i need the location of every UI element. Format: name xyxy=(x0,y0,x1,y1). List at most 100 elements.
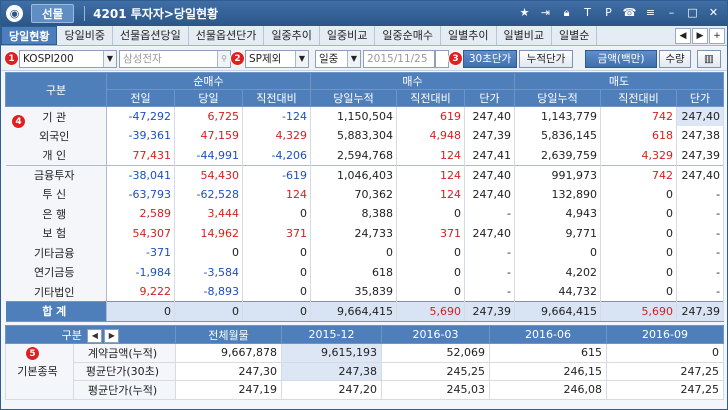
table-cell: 247,39 xyxy=(464,126,516,146)
tab-add-icon[interactable]: + xyxy=(709,28,725,44)
table-row[interactable]: 평균단가(30초) 247,30 247,38 245,25 246,15 247,25 xyxy=(6,361,724,381)
link-icon[interactable]: ⇥ xyxy=(538,5,553,20)
table-row[interactable]: 금융투자 -38,041 54,430 -619 1,046,403 124 247,40 9… xyxy=(5,164,725,185)
table-cell: 247,20 xyxy=(281,380,382,400)
table-cell: -47,292 xyxy=(106,106,175,126)
tab-intraday-net[interactable]: 일중순매수 xyxy=(375,26,442,45)
table-cell: - xyxy=(464,204,516,224)
market-select[interactable]: KOSPI200 ▼ xyxy=(19,50,117,68)
table-cell: 742 xyxy=(600,106,678,126)
date-checkbox[interactable] xyxy=(435,50,449,68)
tab-prev-icon[interactable]: ◀ xyxy=(675,28,691,44)
col-header: 직전대비 xyxy=(396,89,466,107)
table-cell: 0 xyxy=(600,223,678,243)
phone-icon[interactable]: ☎ xyxy=(622,5,637,20)
table-cell: -39,361 xyxy=(106,126,175,146)
col-header: 2016-09 xyxy=(606,325,724,344)
table-row[interactable]: 기타법인 9,222 -8,893 0 35,839 0-44,732 0- xyxy=(5,282,725,302)
menu-icon[interactable]: ≡ xyxy=(643,5,658,20)
table-cell: 4,943 xyxy=(514,204,602,224)
table-row[interactable]: 기 관 -47,292 6,725 -124 1,150,504 619 247,40 1,1… xyxy=(5,106,725,126)
tab-daily-trend[interactable]: 일별추이 xyxy=(441,26,497,45)
col-header: 직전대비 xyxy=(600,89,678,107)
tab-futopt-price[interactable]: 선물옵션단가 xyxy=(189,26,265,45)
table-cell: 8,388 xyxy=(310,204,398,224)
table-row[interactable]: 기타금융 -371 0 0 0 0-0 0- xyxy=(5,243,725,263)
total-row[interactable]: 합 계 0 0 0 9,664,415 5,690 247,39 9,664,415 5,690… xyxy=(5,301,725,322)
quantity-button[interactable]: 수량 xyxy=(659,50,691,68)
cumulative-price-button[interactable]: 누적단가 xyxy=(519,50,573,68)
table-cell: 0 xyxy=(600,262,678,282)
date-field[interactable]: 2015/11/25 xyxy=(363,50,435,68)
table-cell: 44,732 xyxy=(514,282,602,302)
table-cell: - xyxy=(464,262,516,282)
font-icon[interactable]: T xyxy=(580,5,595,20)
table-row[interactable]: 개 인 77,431 -44,991 -4,206 2,594,768 124 247,41… xyxy=(5,145,725,165)
maximize-icon[interactable]: □ xyxy=(685,5,700,20)
interval-30s-button[interactable]: 30초단가 xyxy=(463,50,517,68)
table-cell: 54,307 xyxy=(106,223,175,243)
tab-daily-compare[interactable]: 일별비교 xyxy=(497,26,552,45)
minimize-icon[interactable]: – xyxy=(664,5,679,20)
table-cell: -4,206 xyxy=(242,145,312,165)
tab-futopt-today[interactable]: 선물옵션당일 xyxy=(113,26,189,45)
group-header-buy: 매수 xyxy=(310,72,516,90)
table-row[interactable]: 평균단가(누적) 247,19 247,20 245,03 246,08 247,25 xyxy=(6,380,724,400)
table-cell: -371 xyxy=(106,243,175,263)
window-title: 4201 투자자>당일현황 xyxy=(93,7,219,21)
view-tabs: 당일현황 당일비중 선물옵션당일 선물옵션단가 일중추이 일중비교 일중순매수 … xyxy=(1,26,727,46)
prev-arrow-icon[interactable]: ◀ xyxy=(87,328,103,343)
filter-select[interactable]: SP제외 ▼ xyxy=(245,50,309,68)
table-row[interactable]: 외국인 -39,361 47,159 4,329 5,883,304 4,948 247,3… xyxy=(5,126,725,146)
col-header: 2016-03 xyxy=(381,325,490,344)
table-cell: 247,25 xyxy=(606,361,724,381)
stock-input[interactable]: 삼성전자 ⚲ xyxy=(119,50,231,68)
table-cell: 5,690 xyxy=(600,301,678,322)
table-cell: 5,836,145 xyxy=(514,126,602,146)
table-row[interactable]: 연기금등 -1,984 -3,584 0 618 0-4,202 0- xyxy=(5,262,725,282)
table-cell: -44,991 xyxy=(174,145,243,165)
table-cell: - xyxy=(676,204,725,224)
table-cell: 124 xyxy=(396,184,466,204)
lock-icon[interactable]: 🔒︎ xyxy=(559,5,574,20)
tab-today-status[interactable]: 당일현황 xyxy=(1,26,58,45)
table-cell: 247,40 xyxy=(464,106,516,126)
amount-button[interactable]: 금액(백만) xyxy=(585,50,657,68)
table-cell: - xyxy=(676,243,725,263)
table-row[interactable]: 기본종목 계약금액(누적) 9,667,878 9,615,193 52,069 615 0 xyxy=(5,343,724,400)
table-cell: -8,893 xyxy=(174,282,243,302)
table-cell: 247,40 xyxy=(464,164,516,185)
tab-daily-net[interactable]: 일별순 xyxy=(552,26,598,45)
tab-today-ratio[interactable]: 당일비중 xyxy=(57,26,113,45)
table-cell: 124 xyxy=(396,164,466,185)
tab-intraday-trend[interactable]: 일중추이 xyxy=(264,26,320,45)
row-label: 평균단가(30초) xyxy=(73,361,176,381)
tab-intraday-compare[interactable]: 일중비교 xyxy=(320,26,376,45)
tab-next-icon[interactable]: ▶ xyxy=(692,28,708,44)
date-field-value: 2015/11/25 xyxy=(367,53,428,65)
toolbar: 1 KOSPI200 ▼ 삼성전자 ⚲ 2 SP제외 ▼ 일중 ▼ 2015/11/25… xyxy=(1,47,727,71)
search-icon[interactable]: ⚲ xyxy=(217,51,230,67)
table-cell: 0 xyxy=(396,204,466,224)
col-header-category: 구분 xyxy=(5,72,107,107)
market-tab-futures[interactable]: 선물 xyxy=(31,4,75,23)
star-icon[interactable]: ★ xyxy=(517,5,532,20)
next-arrow-icon[interactable]: ▶ xyxy=(104,328,120,343)
pin-icon[interactable]: P xyxy=(601,5,616,20)
table-cell: 9,222 xyxy=(106,282,175,302)
chart-icon[interactable]: ▥ xyxy=(697,50,721,68)
table-row[interactable]: 보 험 54,307 14,962 371 24,733 371 247,40 9,771 0- xyxy=(5,223,725,243)
table-cell: 9,664,415 xyxy=(310,301,398,322)
period-select-value: 일중 xyxy=(319,53,339,65)
table-row[interactable]: 은 행 2,589 3,444 0 8,388 0-4,943 0- xyxy=(5,204,725,224)
table-row[interactable]: 투 신 -63,793 -62,528 124 70,362 124 247,40 132,8… xyxy=(5,184,725,204)
col-header: 당일 xyxy=(174,89,243,107)
chevron-down-icon: ▼ xyxy=(347,51,360,67)
table-cell: 35,839 xyxy=(310,282,398,302)
stock-input-placeholder: 삼성전자 xyxy=(123,53,162,65)
table-cell: - xyxy=(676,262,725,282)
table-cell: 0 xyxy=(600,243,678,263)
title-separator xyxy=(84,6,86,21)
period-select[interactable]: 일중 ▼ xyxy=(315,50,361,68)
close-icon[interactable]: ✕ xyxy=(706,5,721,20)
